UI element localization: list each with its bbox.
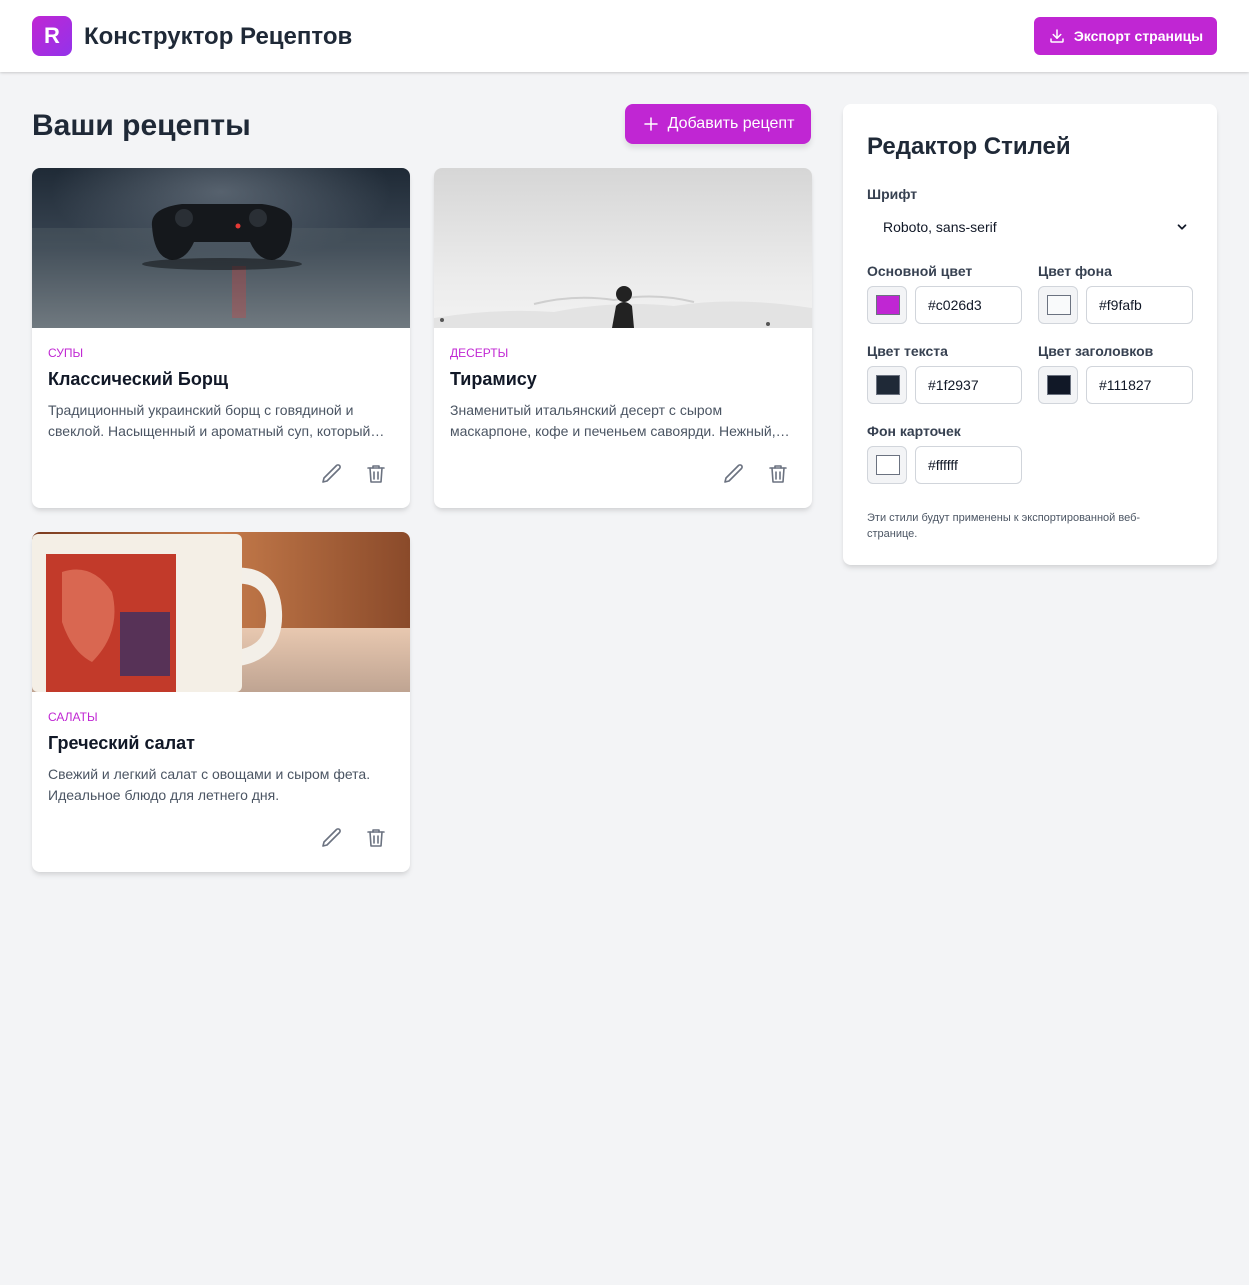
recipe-category: ДЕСЕРТЫ (450, 346, 509, 360)
recipe-description: Свежий и легкий салат с овощами и сыром … (48, 766, 371, 803)
heading-color-input[interactable]: #111827 (1086, 366, 1193, 404)
recipe-category: СУПЫ (48, 346, 84, 360)
card-background-preview (876, 455, 900, 475)
trash-icon[interactable] (364, 462, 388, 486)
pencil-icon[interactable] (722, 462, 746, 486)
heading-color-preview (1047, 375, 1071, 395)
card-background-input[interactable]: #ffffff (915, 446, 1022, 484)
font-select[interactable]: Roboto, sans-serif (867, 210, 1193, 244)
recipe-card[interactable]: ДЕСЕРТЫ Тирамису Знаменитый итальянский … (434, 168, 812, 508)
trash-icon[interactable] (364, 826, 388, 850)
background-color-input[interactable]: #f9fafb (1086, 286, 1193, 324)
heading-color-swatch[interactable] (1038, 366, 1078, 404)
style-editor-panel: Редактор Стилей Шрифт Roboto, sans-serif… (843, 104, 1217, 565)
page-title: Ваши рецепты (32, 109, 251, 142)
primary-color-preview (876, 295, 900, 315)
recipe-image (434, 168, 812, 328)
primary-color-input[interactable]: #c026d3 (915, 286, 1022, 324)
style-editor-note: Эти стили будут применены к экспортирова… (867, 512, 1141, 540)
recipe-title: Греческий салат (48, 733, 195, 753)
trash-icon[interactable] (766, 462, 790, 486)
add-recipe-label: Добавить рецепт (667, 115, 795, 132)
pencil-icon[interactable] (320, 462, 344, 486)
recipe-title: Тирамису (450, 369, 537, 389)
primary-color-label: Основной цвет (867, 263, 973, 279)
recipe-description: Традиционный украинский борщ с говядиной… (48, 402, 385, 439)
text-color-preview (876, 375, 900, 395)
text-color-swatch[interactable] (867, 366, 907, 404)
font-label: Шрифт (867, 186, 918, 202)
plus-icon (643, 117, 658, 131)
card-background-label: Фон карточек (867, 423, 961, 439)
text-color-input[interactable]: #1f2937 (915, 366, 1022, 404)
add-recipe-button[interactable]: Добавить рецепт (625, 104, 811, 144)
recipe-image (32, 532, 410, 692)
recipe-card[interactable]: СУПЫ Классический Борщ Традиционный укра… (32, 168, 410, 508)
recipe-category: САЛАТЫ (48, 710, 98, 724)
primary-color-swatch[interactable] (867, 286, 907, 324)
app-logo: R (32, 16, 72, 56)
recipe-image (32, 168, 410, 328)
export-page-button[interactable]: Экспорт страницы (1034, 17, 1217, 55)
background-color-preview (1047, 295, 1071, 315)
chevron-down-icon (1177, 224, 1187, 230)
heading-color-label: Цвет заголовков (1038, 343, 1154, 359)
background-color-swatch[interactable] (1038, 286, 1078, 324)
recipe-description: Знаменитый итальянский десерт с сыром ма… (450, 402, 790, 439)
app-title: Конструктор Рецептов (84, 23, 353, 50)
download-icon (1050, 29, 1064, 43)
text-color-label: Цвет текста (867, 343, 948, 359)
recipe-card[interactable]: САЛАТЫ Греческий салат Свежий и легкий с… (32, 532, 410, 872)
font-select-value: Roboto, sans-serif (883, 219, 997, 235)
style-editor-title: Редактор Стилей (867, 133, 1071, 160)
recipe-title: Классический Борщ (48, 369, 229, 389)
pencil-icon[interactable] (320, 826, 344, 850)
card-background-swatch[interactable] (867, 446, 907, 484)
export-page-label: Экспорт страницы (1073, 28, 1204, 44)
background-color-label: Цвет фона (1038, 263, 1112, 279)
top-bar: R Конструктор Рецептов Экспорт страницы (0, 0, 1249, 72)
